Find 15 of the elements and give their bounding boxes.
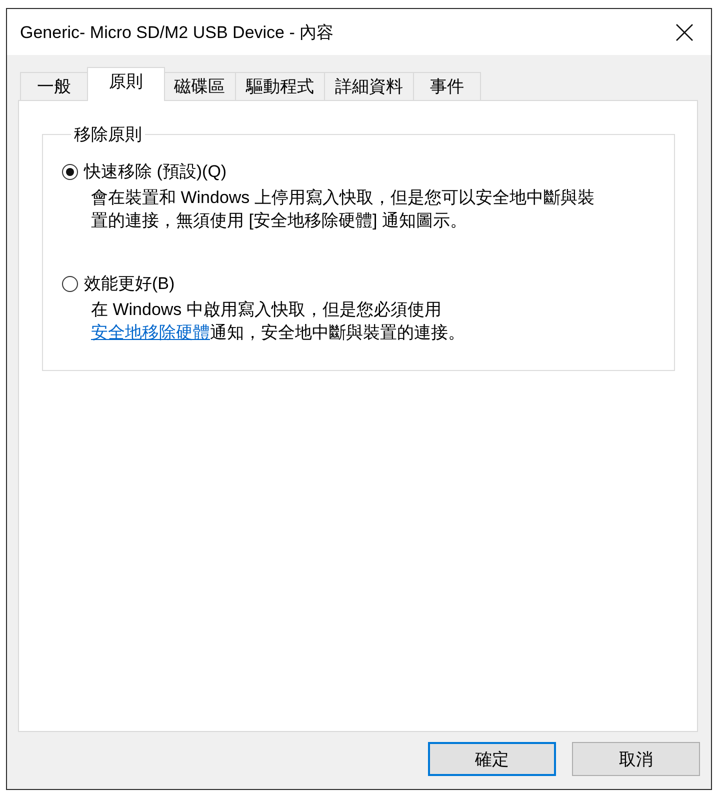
radio-button[interactable] [62,164,78,180]
radio-label[interactable]: 快速移除 (預設)(Q) [84,160,227,183]
close-icon [676,24,692,40]
description-link[interactable]: 安全地移除硬體 [91,323,210,342]
window-title: Generic- Micro SD/M2 USB Device - 內容 [20,22,334,44]
radio-label[interactable]: 效能更好(B) [84,272,175,295]
tab[interactable]: 事件 [413,72,481,100]
radio-button[interactable] [62,276,78,292]
tab[interactable]: 原則 [87,67,165,101]
group-title: 移除原則 [73,124,143,146]
option-description: 會在裝置和 Windows 上停用寫入快取，但是您可以安全地中斷與裝置的連接，無須使用 [安全地移除硬體] 通知圖示。 [91,187,596,232]
dialog-button[interactable]: 確定 [428,742,556,776]
option-description: 在 Windows 中啟用寫入快取，但是您必須使用 安全地移除硬體通知，安全地中斷與裝置的連接。 [91,299,466,344]
tab[interactable]: 一般 [20,72,88,100]
dialog-button[interactable]: 取消 [572,742,700,776]
